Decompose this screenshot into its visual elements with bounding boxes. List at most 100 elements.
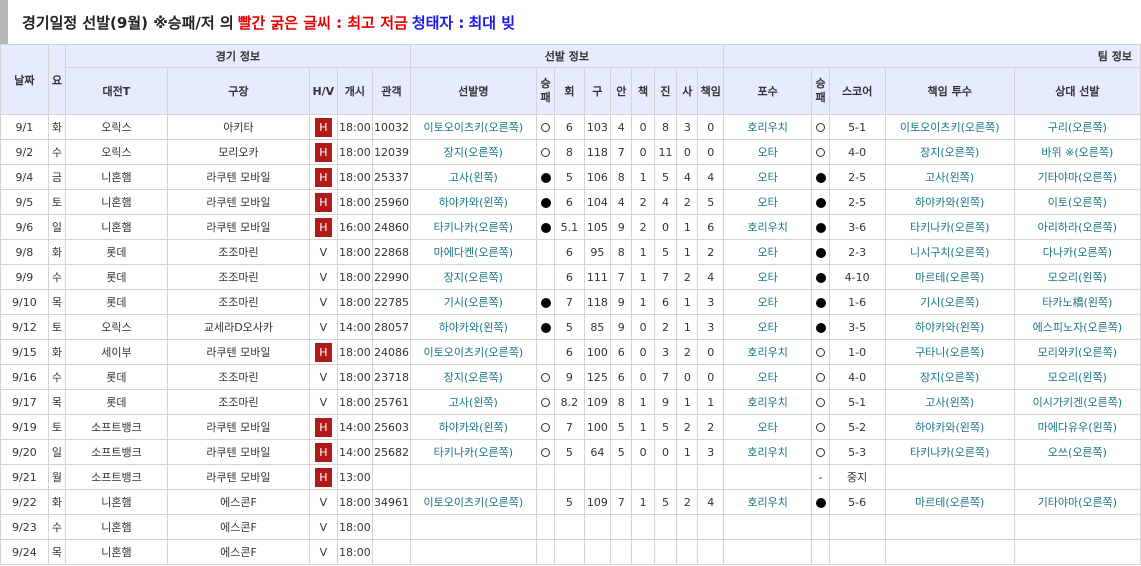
cell-opp_starter[interactable]: 아리하라(오른쪽): [1013, 214, 1141, 240]
cell-resp_pitcher[interactable]: 고사(왼쪽): [884, 164, 1015, 190]
cell-catcher[interactable]: 오타: [722, 314, 813, 340]
cell-pitches: 104: [583, 189, 612, 215]
cell-opp_starter[interactable]: 다나카(오른쪽): [1013, 239, 1141, 265]
cell-resp_pitcher[interactable]: 타키나카(오른쪽): [884, 214, 1015, 240]
cell-catcher[interactable]: 호리우치: [722, 389, 813, 415]
cell-catcher[interactable]: [722, 464, 813, 490]
cell-er: 1: [631, 414, 655, 440]
cell-stadium: 에스콘F: [166, 489, 311, 515]
cell-stadium: 조조마린: [166, 389, 311, 415]
cell-start: 18:00: [336, 264, 374, 290]
cell-pitcher[interactable]: [409, 464, 537, 490]
cell-pitcher[interactable]: 하야카와(왼쪽): [409, 189, 537, 215]
table-row: 9/22 화 니혼햄 에스콘F V 18:00 34961 이토오이츠키(오른쪽) 5 109 7 1…: [0, 489, 1141, 515]
cell-catcher[interactable]: 호리우치: [722, 339, 813, 365]
cell-pitcher[interactable]: 마에다켄(오른쪽): [409, 239, 537, 265]
cell-wl: [535, 439, 556, 465]
cell-catcher[interactable]: 오타: [722, 364, 813, 390]
cell-resp_pitcher[interactable]: 하야카와(왼쪽): [884, 314, 1015, 340]
cell-dow: 수: [47, 364, 67, 390]
cell-resp_pitcher[interactable]: 이토오이츠키(오른쪽): [884, 114, 1015, 140]
cell-pitcher[interactable]: 타키나카(오른쪽): [409, 214, 537, 240]
cell-resp_pitcher[interactable]: [884, 464, 1015, 490]
cell-opp_starter[interactable]: [1013, 464, 1141, 490]
col-stadium: 구장: [166, 67, 311, 115]
cell-opp_starter[interactable]: 모오리(왼쪽): [1013, 364, 1141, 390]
cell-start: 14:00: [336, 314, 374, 340]
cell-resp_pitcher[interactable]: 니시구치(오른쪽): [884, 239, 1015, 265]
cell-pitcher[interactable]: 이토오이츠키(오른쪽): [409, 489, 537, 515]
cell-score: 2-3: [828, 239, 886, 265]
cell-catcher[interactable]: 오타: [722, 189, 813, 215]
cell-resp: 0: [697, 339, 724, 365]
cell-catcher[interactable]: 오타: [722, 139, 813, 165]
cell-pitcher[interactable]: [409, 539, 537, 565]
cell-pitcher[interactable]: 고사(왼쪽): [409, 389, 537, 415]
cell-opp_starter[interactable]: [1013, 539, 1141, 565]
cell-resp_pitcher[interactable]: 장지(오른쪽): [884, 139, 1015, 165]
cell-catcher[interactable]: 호리우치: [722, 214, 813, 240]
cell-wl: [535, 539, 556, 565]
cell-start: 18:00: [336, 364, 374, 390]
cell-er: 0: [631, 314, 655, 340]
cell-pitcher[interactable]: 기시(오른쪽): [409, 289, 537, 315]
cell-resp_pitcher[interactable]: [884, 514, 1015, 540]
cell-catcher[interactable]: 호리우치: [722, 439, 813, 465]
cell-hits: 6: [610, 364, 633, 390]
cell-opp_starter[interactable]: [1013, 514, 1141, 540]
cell-opp_starter[interactable]: 타카노橋(왼쪽): [1013, 289, 1141, 315]
cell-resp_pitcher[interactable]: 마르테(오른쪽): [884, 489, 1015, 515]
cell-pitcher[interactable]: 타키나카(오른쪽): [409, 439, 537, 465]
cell-resp_pitcher[interactable]: 기시(오른쪽): [884, 289, 1015, 315]
cell-score: 5-6: [828, 489, 886, 515]
cell-opp_starter[interactable]: 오쓰(오른쪽): [1013, 439, 1141, 465]
cell-opp_starter[interactable]: 이토(오른쪽): [1013, 189, 1141, 215]
cell-hv: H: [309, 164, 338, 190]
cell-pitcher[interactable]: 장지(오른쪽): [409, 264, 537, 290]
cell-pitcher[interactable]: 고사(왼쪽): [409, 164, 537, 190]
cell-opp_starter[interactable]: 기타야마(오른쪽): [1013, 489, 1141, 515]
cell-resp_pitcher[interactable]: 하야카와(왼쪽): [884, 414, 1015, 440]
cell-pitcher[interactable]: 장지(오른쪽): [409, 364, 537, 390]
cell-catcher[interactable]: 호리우치: [722, 114, 813, 140]
table-row: 9/24 목 니혼햄 에스콘F V 18:00: [0, 539, 1141, 565]
cell-pitcher[interactable]: 장지(오른쪽): [409, 139, 537, 165]
cell-hits: 8: [610, 164, 633, 190]
cell-resp_pitcher[interactable]: 하야카와(왼쪽): [884, 189, 1015, 215]
cell-pitcher[interactable]: 하야카와(왼쪽): [409, 314, 537, 340]
cell-catcher[interactable]: [722, 514, 813, 540]
cell-opp_starter[interactable]: 이시가키겐(오른쪽): [1013, 389, 1141, 415]
cell-catcher[interactable]: 오타: [722, 239, 813, 265]
cell-score: 3-6: [828, 214, 886, 240]
cell-opp_starter[interactable]: 마에다유우(왼쪽): [1013, 414, 1141, 440]
cell-opp_starter[interactable]: 모리와키(오른쪽): [1013, 339, 1141, 365]
cell-catcher[interactable]: 오타: [722, 164, 813, 190]
cell-pitcher[interactable]: [409, 514, 537, 540]
cell-dow: 수: [47, 139, 67, 165]
cell-catcher[interactable]: 오타: [722, 289, 813, 315]
cell-hv: V: [309, 539, 338, 565]
cell-catcher[interactable]: 호리우치: [722, 489, 813, 515]
cell-resp_pitcher[interactable]: [884, 539, 1015, 565]
cell-resp_pitcher[interactable]: 고사(왼쪽): [884, 389, 1015, 415]
cell-k: 5: [653, 164, 678, 190]
cell-resp_pitcher[interactable]: 장지(오른쪽): [884, 364, 1015, 390]
cell-opp_starter[interactable]: 바위 ※(오른쪽): [1013, 139, 1141, 165]
cell-opp_starter[interactable]: 기타야마(오른쪽): [1013, 164, 1141, 190]
cell-opp_starter[interactable]: 구리(오른쪽): [1013, 114, 1141, 140]
cell-resp_pitcher[interactable]: 구타니(오른쪽): [884, 339, 1015, 365]
cell-opp_starter[interactable]: 모오리(왼쪽): [1013, 264, 1141, 290]
cell-resp_pitcher[interactable]: 타키나카(오른쪽): [884, 439, 1015, 465]
cell-pitcher[interactable]: 이토오이츠키(오른쪽): [409, 114, 537, 140]
cell-pitcher[interactable]: 이토오이츠키(오른쪽): [409, 339, 537, 365]
cell-pitcher[interactable]: 하야카와(왼쪽): [409, 414, 537, 440]
cell-hits: [610, 539, 633, 565]
cell-catcher[interactable]: 오타: [722, 264, 813, 290]
cell-catcher[interactable]: [722, 539, 813, 565]
cell-resp_pitcher[interactable]: 마르테(오른쪽): [884, 264, 1015, 290]
cell-opp_starter[interactable]: 에스피노자(오른쪽): [1013, 314, 1141, 340]
cell-catcher[interactable]: 오타: [722, 414, 813, 440]
cell-wl: [535, 289, 556, 315]
cell-stadium: 조조마린: [166, 264, 311, 290]
cell-resp: 0: [697, 114, 724, 140]
